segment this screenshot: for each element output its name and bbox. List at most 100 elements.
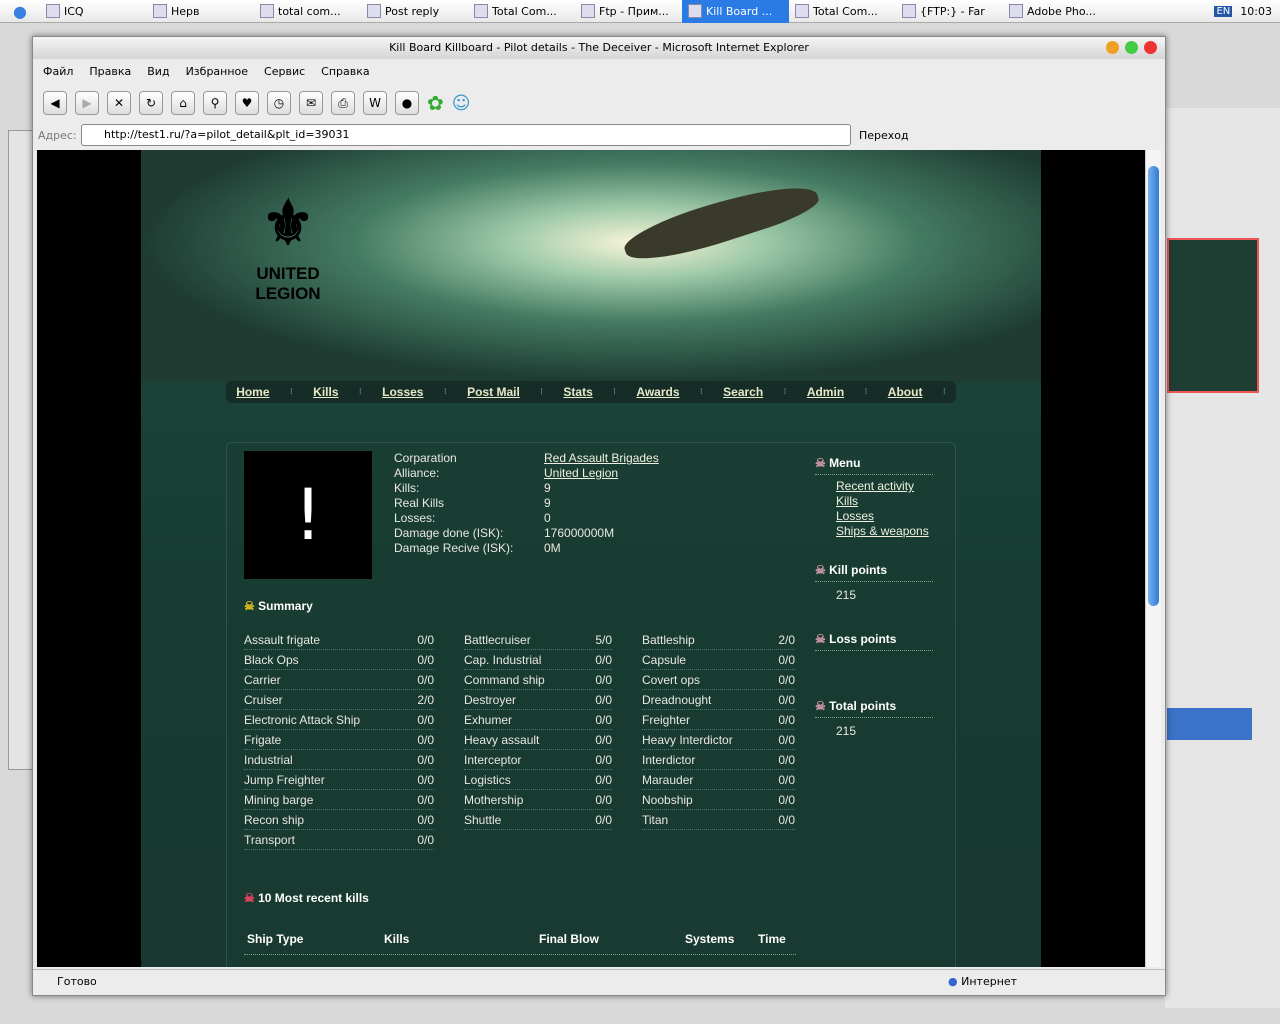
nav-home[interactable]: Home [236, 385, 269, 399]
pilot-info-value[interactable]: United Legion [544, 466, 618, 481]
back-icon[interactable]: ◀ [43, 91, 67, 115]
stop-icon[interactable]: ✕ [107, 91, 131, 115]
summary-row: Frigate 0/0 [244, 730, 434, 750]
menu-bar: Файл Правка Вид Избранное Сервис Справка [33, 63, 370, 81]
menu-help[interactable]: Справка [321, 63, 369, 81]
language-indicator[interactable]: EN [1214, 5, 1233, 17]
kills-losses: 0/0 [595, 693, 612, 707]
nav-separator: ⁞ [864, 387, 868, 397]
selected-layer[interactable] [1167, 708, 1252, 740]
nav-search[interactable]: Search [723, 385, 763, 399]
navigator-thumbnail[interactable] [1167, 238, 1259, 393]
kills-losses: 0/0 [595, 753, 612, 767]
favorites-icon[interactable]: ♥ [235, 91, 259, 115]
messenger-icon[interactable]: ☺ [452, 93, 471, 114]
nav-stats[interactable]: Stats [563, 385, 592, 399]
taskbar-item[interactable]: Total Com... [789, 0, 896, 23]
ship-class: Freighter [642, 713, 691, 727]
page-viewport: ⚜ UNITED LEGION Home ⁞ Kills ⁞ Losses ⁞ Post M… [37, 150, 1149, 967]
icq-icon[interactable]: ✿ [427, 91, 444, 115]
pilot-info-value[interactable]: Red Assault Brigades [544, 451, 659, 466]
pilot-info-row: Damage done (ISK): 176000000M [394, 526, 659, 541]
ship-class: Cruiser [244, 693, 283, 707]
pilot-info-value: 0 [544, 511, 551, 525]
col-ship-type: Ship Type [247, 932, 304, 946]
taskbar-item[interactable]: Post reply [361, 0, 468, 23]
refresh-icon[interactable]: ↻ [139, 91, 163, 115]
kills-losses: 0/0 [595, 713, 612, 727]
kills-losses: 0/0 [778, 773, 795, 787]
nav-losses[interactable]: Losses [382, 385, 423, 399]
summary-row: Dreadnought 0/0 [642, 690, 795, 710]
status-text: Готово [57, 975, 97, 988]
vertical-scrollbar[interactable] [1145, 150, 1161, 967]
scroll-thumb[interactable] [1148, 166, 1159, 606]
kills-losses: 0/0 [417, 753, 434, 767]
taskbar-item[interactable]: ICQ [40, 0, 147, 23]
side-link-ships-weapons[interactable]: Ships & weapons [836, 524, 929, 538]
maximize-button[interactable] [1125, 41, 1138, 54]
taskbar-item[interactable]: Total Com... [468, 0, 575, 23]
app-icon [795, 4, 809, 18]
photoshop-palettes[interactable] [1165, 108, 1280, 1008]
nav-awards[interactable]: Awards [636, 385, 679, 399]
taskbar-item[interactable]: {FTP:} - Far [896, 0, 1003, 23]
taskbar-item[interactable]: total com... [254, 0, 361, 23]
taskbar-item[interactable]: Нерв [147, 0, 254, 23]
kill-points-heading: ☠ Kill points [815, 563, 933, 582]
menu-file[interactable]: Файл [43, 63, 73, 81]
address-input[interactable]: http://test1.ru/?a=pilot_detail&plt_id=3… [81, 124, 851, 146]
summary-row: Battleship 2/0 [642, 630, 795, 650]
photoshop-tools-panel[interactable] [8, 130, 34, 770]
home-icon[interactable]: ⌂ [171, 91, 195, 115]
apple-icon[interactable]: ● [0, 2, 40, 21]
ship-class: Dreadnought [642, 693, 712, 707]
pilot-info-label: Damage Recive (ISK): [394, 541, 514, 555]
menu-view[interactable]: Вид [147, 63, 169, 81]
clock: 10:03 [1240, 4, 1272, 18]
nav-kills[interactable]: Kills [313, 385, 338, 399]
summary-row: Logistics 0/0 [464, 770, 612, 790]
ship-class: Noobship [642, 793, 693, 807]
nav-post-mail[interactable]: Post Mail [467, 385, 520, 399]
kills-losses: 0/0 [417, 793, 434, 807]
address-label: Адрес: [38, 129, 77, 142]
history-icon[interactable]: ◷ [267, 91, 291, 115]
kills-losses: 0/0 [417, 813, 434, 827]
nav-about[interactable]: About [888, 385, 923, 399]
pilot-info-value: 9 [544, 481, 551, 495]
pilot-info-row: Damage Recive (ISK): 0M [394, 541, 659, 556]
side-link-losses[interactable]: Losses [836, 509, 874, 523]
ship-class: Heavy Interdictor [642, 733, 733, 747]
app-icon [474, 4, 488, 18]
side-link-kills[interactable]: Kills [836, 494, 858, 508]
total-points-value: 215 [836, 724, 857, 738]
menu-favorites[interactable]: Избранное [186, 63, 248, 81]
pilot-info-label: Kills: [394, 481, 420, 495]
mail-icon[interactable]: ✉ [299, 91, 323, 115]
search-icon[interactable]: ⚲ [203, 91, 227, 115]
go-button[interactable]: Переход [859, 129, 909, 142]
close-button[interactable] [1144, 41, 1157, 54]
side-link-recent-activity[interactable]: Recent activity [836, 479, 914, 493]
minimize-button[interactable] [1106, 41, 1119, 54]
taskbar-item[interactable]: Kill Board ... [682, 0, 789, 23]
ship-class: Carrier [244, 673, 281, 687]
summary-row: Heavy assault 0/0 [464, 730, 612, 750]
taskbar-item[interactable]: Ftp - Прим... [575, 0, 682, 23]
taskbar-item[interactable]: Adobe Pho... [1003, 0, 1110, 23]
ship-class: Covert ops [642, 673, 701, 687]
menu-edit[interactable]: Правка [89, 63, 131, 81]
forward-icon[interactable]: ▶ [75, 91, 99, 115]
menu-tools[interactable]: Сервис [264, 63, 305, 81]
print-icon[interactable]: ⎙ [331, 91, 355, 115]
taskbar-item-label: Adobe Pho... [1027, 4, 1096, 18]
edit-word-icon[interactable]: W [363, 91, 387, 115]
summary-row: Industrial 0/0 [244, 750, 434, 770]
nav-admin[interactable]: Admin [807, 385, 844, 399]
kills-losses: 2/0 [778, 633, 795, 647]
ship-class: Jump Freighter [244, 773, 325, 787]
discuss-icon[interactable]: ● [395, 91, 419, 115]
status-bar: Готово ● Интернет [33, 969, 1165, 995]
nav-bar: Home ⁞ Kills ⁞ Losses ⁞ Post Mail ⁞ Stats ⁞ Awards… [226, 381, 956, 403]
